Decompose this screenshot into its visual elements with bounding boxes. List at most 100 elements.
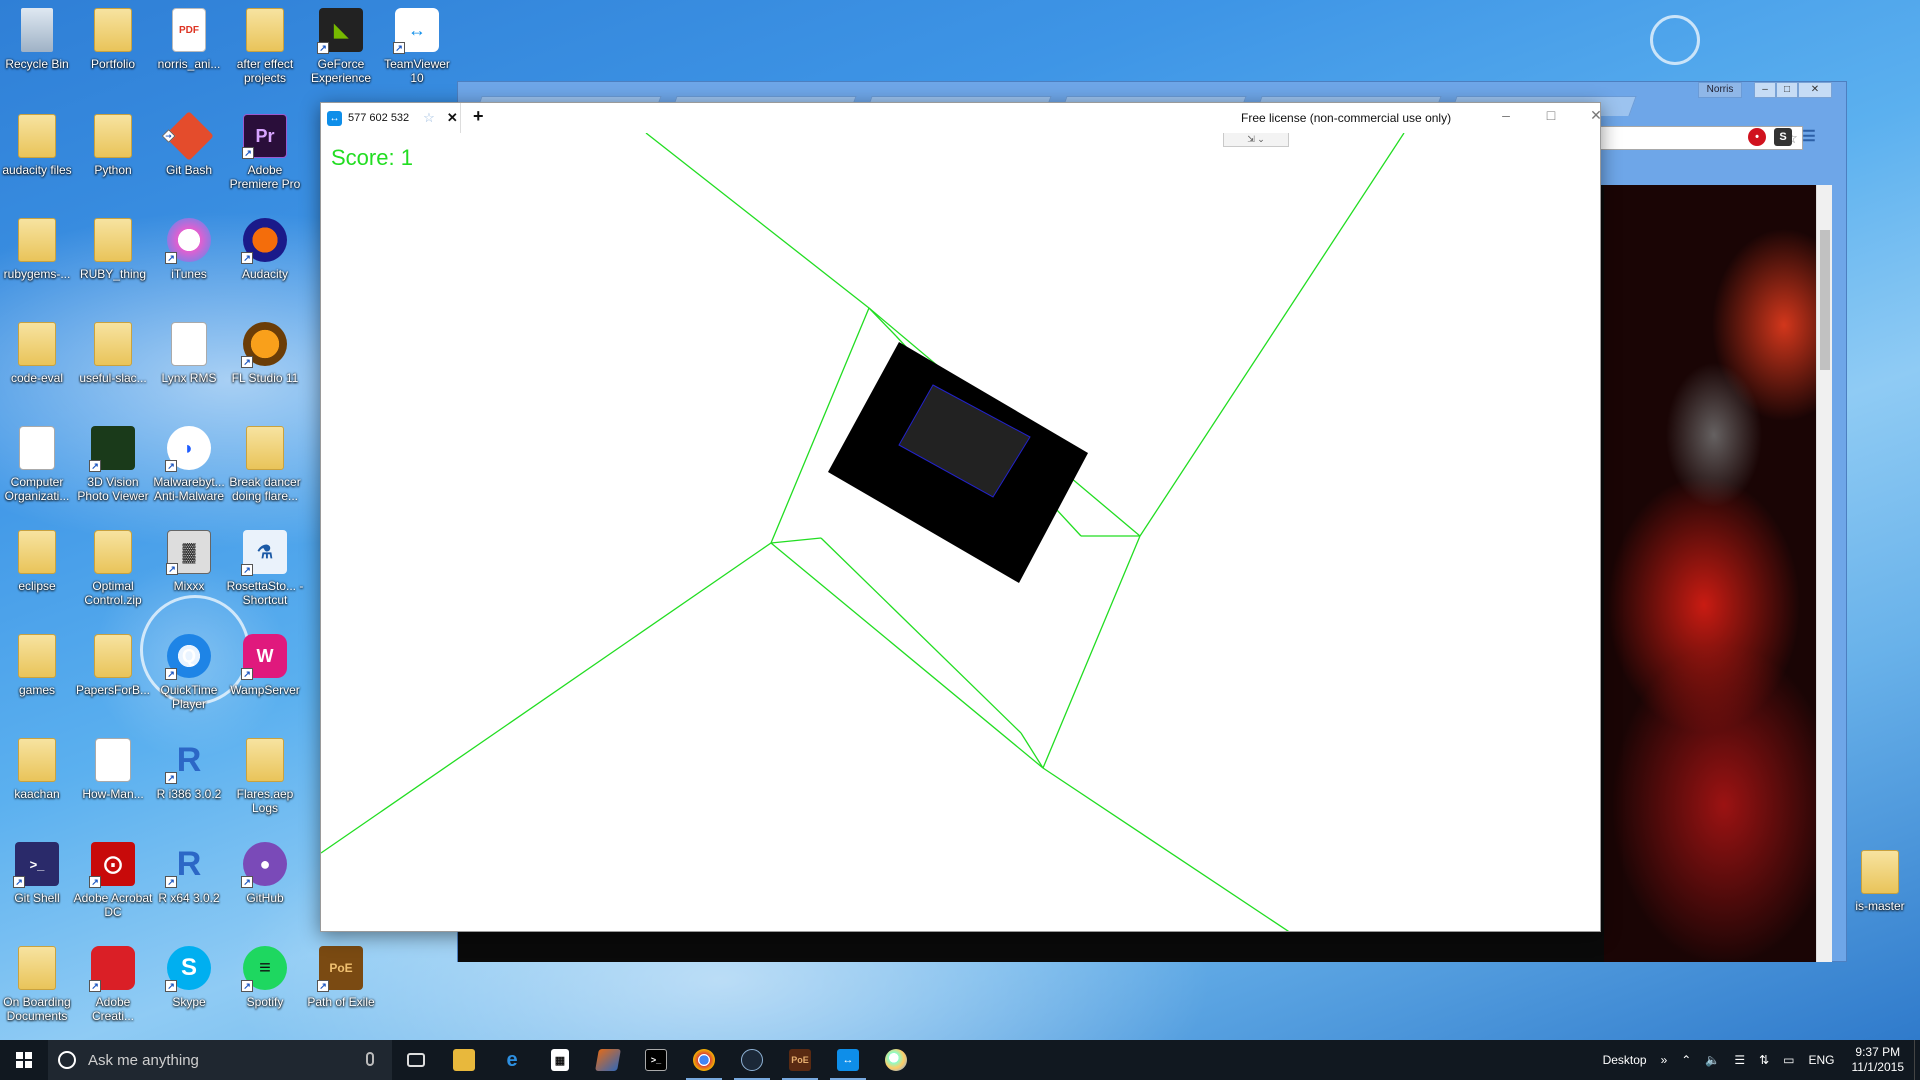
task-view-icon[interactable] [392, 1040, 440, 1080]
desktop-icon[interactable]: How-Man... [76, 730, 150, 828]
desktop-icon[interactable]: Python [76, 106, 150, 204]
extension-s-icon[interactable]: S [1774, 128, 1792, 146]
steam-icon[interactable] [728, 1040, 776, 1080]
minimize-icon[interactable]: – [1754, 82, 1776, 98]
desktop-icon[interactable]: games [0, 626, 74, 724]
microphone-icon[interactable] [366, 1052, 374, 1066]
desktop-icon[interactable]: ↔ ↗ TeamViewer 10 [380, 0, 454, 98]
desktop-icon-edge-folder[interactable]: is-master [1840, 842, 1920, 940]
desktop-icon[interactable]: R ↗ R x64 3.0.2 [152, 834, 226, 932]
desktop-icon[interactable]: useful-slac... [76, 314, 150, 412]
volume-icon[interactable]: 🔈 [1698, 1053, 1727, 1067]
paint-icon[interactable] [872, 1040, 920, 1080]
game-scene[interactable] [321, 133, 1600, 931]
desktop-icon[interactable]: code-eval [0, 314, 74, 412]
desktop-icon[interactable]: ◣ ↗ GeForce Experience [304, 0, 378, 98]
desktop-icon-label: Spotify [246, 995, 284, 1009]
sync-icon[interactable]: ⇅ [1752, 1053, 1776, 1067]
show-desktop-strip[interactable] [1914, 1040, 1920, 1080]
desktop-icon[interactable]: Lynx RMS [152, 314, 226, 412]
extension-red-icon[interactable]: • [1748, 128, 1766, 146]
desktop-icon[interactable]: S ↗ Skype [152, 938, 226, 1036]
desktop-icon[interactable]: ≡ ↗ Spotify [228, 938, 302, 1036]
clock[interactable]: 9:37 PM 11/1/2015 [1842, 1045, 1915, 1075]
desktop-toolbar-label[interactable]: Desktop [1596, 1053, 1654, 1067]
teamviewer-toolbar-toggle[interactable]: ⇲ ⌄ [1223, 133, 1289, 147]
desktop-icon[interactable]: ⨀ ↗ Adobe Acrobat DC [74, 834, 152, 932]
teamviewer-window[interactable]: ↔ 577 602 532 ☆ ✕ + Free license (non-co… [320, 102, 1602, 932]
favorite-star-icon[interactable]: ☆ [423, 110, 435, 126]
desktop-icon[interactable]: Q ↗ QuickTime Player [152, 626, 226, 724]
desktop-icon[interactable]: W ↗ WampServer [228, 626, 302, 724]
maximize-icon[interactable]: □ [1776, 82, 1798, 98]
folder-icon [94, 114, 132, 158]
desktop-icon[interactable]: Recycle Bin [0, 0, 74, 98]
chrome-menu-icon[interactable]: ☰ [1800, 128, 1818, 146]
desktop-icon[interactable]: >_ ↗ Git Shell [0, 834, 74, 932]
desktop-icon[interactable]: Computer Organizati... [0, 418, 74, 516]
chevron-up-icon[interactable]: ⌃ [1674, 1053, 1698, 1067]
shortcut-arrow-icon: ↗ [165, 252, 177, 264]
desktop-icon[interactable]: after effect projects [228, 0, 302, 98]
desktop-icon[interactable]: On Boarding Documents [0, 938, 74, 1036]
cortana-search-box[interactable]: Ask me anything [48, 1040, 392, 1080]
desktop-icon[interactable]: PoE ↗ Path of Exile [304, 938, 378, 1036]
desktop-icon[interactable]: ⚗ ↗ RosettaSto... - Shortcut [227, 522, 303, 620]
store-icon[interactable]: ▦ [536, 1040, 584, 1080]
mixxx-icon: ▓ ↗ [166, 530, 211, 575]
edge-icon[interactable]: e [488, 1040, 536, 1080]
desktop-icon[interactable]: rubygems-... [0, 210, 74, 308]
license-label: Free license (non-commercial use only) [1241, 111, 1452, 125]
close-tab-icon[interactable]: ✕ [447, 110, 458, 126]
desktop-icon[interactable]: ↗ Audacity [228, 210, 302, 308]
chrome-icon[interactable] [680, 1040, 728, 1080]
desktop-icon[interactable]: ▓ ↗ Mixxx [152, 522, 226, 620]
maximize-icon[interactable]: □ [1536, 107, 1566, 123]
language-indicator[interactable]: ENG [1801, 1053, 1841, 1067]
teamviewer-logo-icon: ↔ [327, 110, 342, 126]
desktop-icon-label: 3D Vision Photo Viewer [77, 475, 149, 503]
wifi-icon[interactable]: ☰ [1727, 1053, 1752, 1067]
teamviewer-icon[interactable]: ↔ [824, 1040, 872, 1080]
desktop-icon[interactable]: Flares.aep Logs [228, 730, 302, 828]
start-button[interactable] [0, 1040, 48, 1080]
chrome-scrollbar[interactable] [1816, 185, 1832, 962]
file-explorer-icon[interactable] [440, 1040, 488, 1080]
desktop-icon[interactable]: R ↗ R i386 3.0.2 [152, 730, 226, 828]
close-icon[interactable]: ✕ [1581, 107, 1611, 124]
desktop-icon[interactable]: audacity files [0, 106, 74, 204]
desktop-icon[interactable]: ↗ Git Bash [152, 106, 226, 204]
minimize-icon[interactable]: – [1491, 107, 1521, 123]
desktop-icon[interactable]: Optimal Control.zip [76, 522, 150, 620]
desktop-icon[interactable]: ↗ FL Studio 11 [228, 314, 302, 412]
desktop-icon[interactable]: ↗ 3D Vision Photo Viewer [76, 418, 150, 516]
desktop-icon[interactable]: kaachan [0, 730, 74, 828]
desktop-icon[interactable]: RUBY_thing [76, 210, 150, 308]
desktop-icon[interactable]: Pr ↗ Adobe Premiere Pro [228, 106, 302, 204]
desktop-icon[interactable]: Portfolio [76, 0, 150, 98]
desktop-icon[interactable]: Break dancer doing flare... [228, 418, 302, 516]
teamviewer-session-tab[interactable]: ↔ 577 602 532 ☆ ✕ [321, 103, 461, 133]
desktop-icon-label: Portfolio [90, 57, 136, 71]
double-chevron-icon[interactable]: » [1654, 1053, 1675, 1067]
close-icon[interactable]: ✕ [1798, 82, 1832, 98]
desktop-icon[interactable]: ◗ ↗ Malwarebyt... Anti-Malware [152, 418, 226, 516]
path-of-exile-icon[interactable]: PoE [776, 1040, 824, 1080]
teamviewer-icon: ↔ ↗ [393, 8, 439, 54]
cmd-icon[interactable]: >_ [632, 1040, 680, 1080]
matlab-icon[interactable] [584, 1040, 632, 1080]
perspective-line [1042, 535, 1141, 769]
desktop-icon[interactable]: PDF norris_ani... [152, 0, 226, 98]
desktop-icon[interactable]: ♫ ↗ iTunes [152, 210, 226, 308]
folder-icon [18, 738, 56, 782]
desktop-icon[interactable]: ● ↗ GitHub [228, 834, 302, 932]
chrome-profile-button[interactable]: Norris [1698, 82, 1742, 98]
folder-icon [1861, 850, 1899, 894]
action-center-icon[interactable]: ▭ [1776, 1053, 1801, 1067]
remote-game-canvas[interactable]: Score: 1 [321, 133, 1600, 931]
desktop-icon[interactable]: eclipse [0, 522, 74, 620]
desktop-icon[interactable]: PapersForB... [76, 626, 150, 724]
scrollbar-thumb[interactable] [1820, 230, 1830, 370]
new-tab-plus-icon[interactable]: + [473, 106, 484, 127]
desktop-icon[interactable]: ↗ Adobe Creati... [76, 938, 150, 1036]
